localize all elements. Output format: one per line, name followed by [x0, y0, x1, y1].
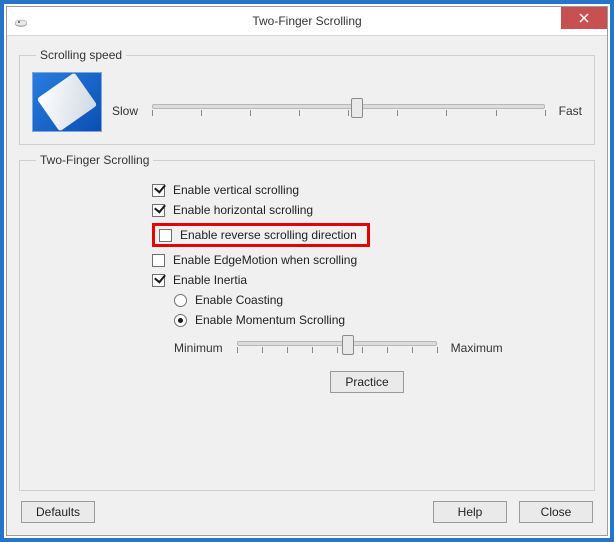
checkbox-icon	[152, 254, 165, 267]
option-label: Enable EdgeMotion when scrolling	[173, 253, 357, 267]
window-close-button[interactable]	[561, 7, 607, 29]
scrolling-speed-icon	[32, 72, 102, 132]
option-horizontal-scrolling[interactable]: Enable horizontal scrolling	[152, 203, 582, 217]
scrolling-speed-slider[interactable]	[152, 98, 545, 124]
option-label: Enable Momentum Scrolling	[195, 313, 345, 327]
option-label: Enable Inertia	[173, 273, 247, 287]
checkbox-icon	[152, 274, 165, 287]
option-enable-coasting[interactable]: Enable Coasting	[174, 293, 582, 307]
option-vertical-scrolling[interactable]: Enable vertical scrolling	[152, 183, 582, 197]
group-scrolling-speed: Scrolling speed Slow Fast	[19, 48, 595, 145]
option-reverse-scrolling[interactable]: Enable reverse scrolling direction	[152, 223, 582, 247]
close-button[interactable]: Close	[519, 501, 593, 523]
checkbox-icon	[159, 229, 172, 242]
option-enable-momentum[interactable]: Enable Momentum Scrolling	[174, 313, 582, 327]
defaults-button[interactable]: Defaults	[21, 501, 95, 523]
checkbox-icon	[152, 204, 165, 217]
dialog-window: Two-Finger Scrolling Scrolling speed Slo…	[6, 6, 608, 536]
inertia-slider[interactable]	[237, 335, 437, 361]
highlight-box: Enable reverse scrolling direction	[152, 223, 370, 247]
checkbox-icon	[152, 184, 165, 197]
speed-slider-min-label: Slow	[112, 104, 138, 118]
group-two-finger-scrolling-legend: Two-Finger Scrolling	[36, 153, 153, 167]
group-scrolling-speed-legend: Scrolling speed	[36, 48, 126, 62]
speed-slider-max-label: Fast	[559, 104, 582, 118]
radio-icon	[174, 294, 187, 307]
option-label: Enable Coasting	[195, 293, 283, 307]
group-two-finger-scrolling: Two-Finger Scrolling Enable vertical scr…	[19, 153, 595, 491]
option-label: Enable vertical scrolling	[173, 183, 299, 197]
titlebar: Two-Finger Scrolling	[7, 7, 607, 36]
option-enable-inertia[interactable]: Enable Inertia	[152, 273, 582, 287]
window-title: Two-Finger Scrolling	[7, 14, 607, 28]
inertia-slider-min-label: Minimum	[174, 341, 223, 355]
radio-icon	[174, 314, 187, 327]
inertia-slider-max-label: Maximum	[451, 341, 503, 355]
option-edgemotion[interactable]: Enable EdgeMotion when scrolling	[152, 253, 582, 267]
option-label: Enable horizontal scrolling	[173, 203, 313, 217]
option-label: Enable reverse scrolling direction	[180, 228, 357, 242]
help-button[interactable]: Help	[433, 501, 507, 523]
practice-button[interactable]: Practice	[330, 371, 404, 393]
